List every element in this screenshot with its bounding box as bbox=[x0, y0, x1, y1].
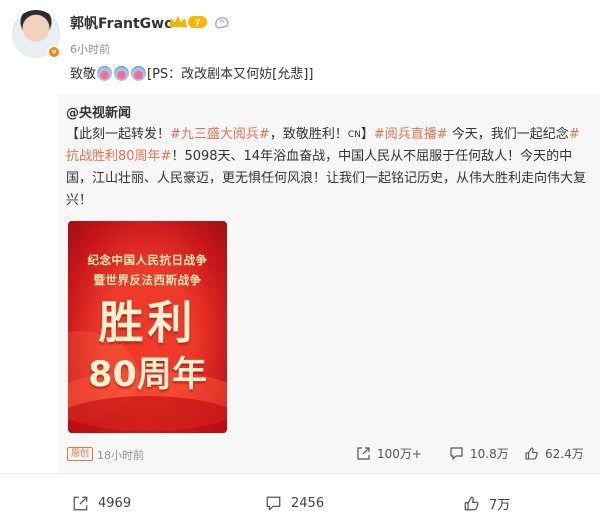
cn-mark: CN bbox=[347, 130, 361, 140]
poster-subtitle: 80周年 bbox=[88, 355, 207, 395]
repost-comment-button[interactable]: 10.8万 bbox=[449, 445, 509, 461]
poster-decoration bbox=[68, 396, 227, 433]
post-content: 致敬 [PS：改改剧本又何妨[允悲]] bbox=[70, 66, 313, 84]
comment-icon bbox=[266, 496, 281, 510]
topic-tag[interactable]: #九三盛大阅兵# bbox=[170, 127, 270, 142]
emoji-icon bbox=[131, 66, 147, 81]
repost-text-part: 今天，我们一起纪念 bbox=[447, 127, 569, 142]
forward-count: 100万+ bbox=[377, 446, 422, 461]
comment-button[interactable]: 2456 bbox=[265, 494, 324, 512]
poster-title: 胜利 bbox=[98, 296, 197, 349]
vip-level: 7 bbox=[194, 19, 200, 29]
like-icon bbox=[525, 446, 538, 460]
repost-text-part: 】 bbox=[360, 127, 374, 142]
like-icon bbox=[464, 496, 479, 510]
forward-button[interactable]: 4969 bbox=[72, 494, 131, 512]
poster-image[interactable]: 纪念中国人民抗日战争 暨世界反法西斯战争 胜利 80周年 bbox=[68, 221, 227, 433]
post-time[interactable]: 6小时前 bbox=[70, 41, 110, 57]
comment-count: 2456 bbox=[291, 495, 325, 511]
emoji-badge-icon[interactable] bbox=[214, 15, 230, 29]
verified-badge: v bbox=[47, 45, 61, 59]
forward-icon bbox=[357, 446, 370, 460]
like-count: 7万 bbox=[489, 497, 511, 513]
poster-line-1: 纪念中国人民抗日战争 bbox=[87, 253, 208, 267]
content-prefix: 致敬 bbox=[70, 67, 97, 82]
weibo-post: v 郭帆FrantGwo 7 6小时前 致敬 [PS：改改剧本又何妨[允悲]] @… bbox=[0, 0, 600, 525]
content-suffix: [PS：改改剧本又何妨[允悲]] bbox=[147, 67, 314, 82]
repost-text-part: 【此刻一起转发！ bbox=[66, 127, 171, 142]
comment-icon bbox=[450, 446, 463, 460]
topic-tag[interactable]: #阅兵直播# bbox=[374, 127, 448, 142]
vip-crown-icon[interactable]: 7 bbox=[168, 14, 208, 30]
repost-text-part: ，致敬胜利！ bbox=[269, 127, 348, 142]
emoji-icon bbox=[97, 66, 113, 81]
comment-count: 10.8万 bbox=[470, 446, 509, 461]
repost-text: 【此刻一起转发！#九三盛大阅兵#，致敬胜利！CN】#阅兵直播# 今天，我们一起纪… bbox=[66, 124, 592, 212]
like-button[interactable]: 7万 bbox=[463, 494, 511, 513]
like-count: 62.4万 bbox=[545, 446, 584, 461]
forward-icon bbox=[73, 496, 88, 510]
divider bbox=[0, 473, 600, 474]
repost-time[interactable]: 18小时前 bbox=[97, 447, 144, 463]
poster-line-2: 暨世界反法西斯战争 bbox=[93, 273, 202, 287]
repost-author[interactable]: @央视新闻 bbox=[66, 102, 131, 121]
forward-count: 4969 bbox=[98, 495, 132, 511]
repost-like-button[interactable]: 62.4万 bbox=[524, 445, 584, 461]
original-badge: 原创 bbox=[67, 447, 94, 461]
repost-forward-button[interactable]: 100万+ bbox=[356, 445, 422, 461]
emoji-icon bbox=[114, 66, 130, 81]
author-name[interactable]: 郭帆FrantGwo bbox=[70, 13, 174, 33]
